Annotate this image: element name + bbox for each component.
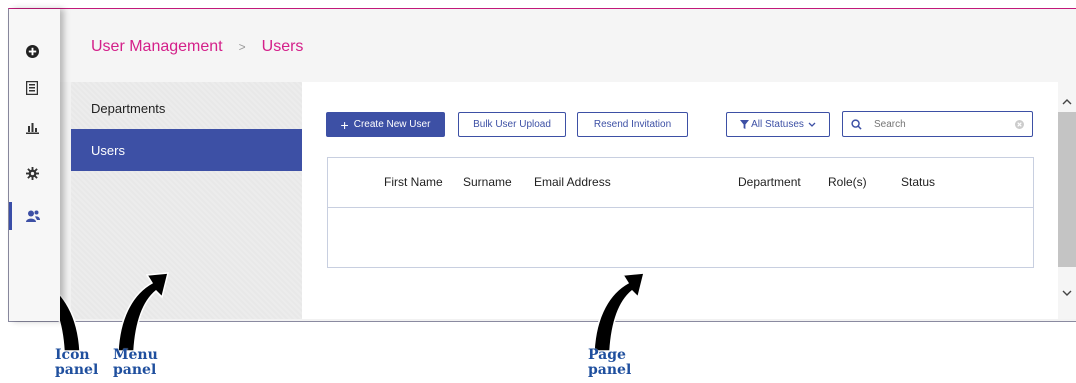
annotation-line: Menu	[113, 347, 158, 363]
scroll-down-icon[interactable]	[1062, 290, 1072, 297]
menu-item-label: Departments	[91, 100, 166, 116]
menu-panel-annotation: Menu panel	[113, 348, 158, 378]
annotation-line: Page	[588, 347, 626, 363]
annotation-line: panel	[55, 362, 99, 378]
bar-chart-icon	[26, 123, 39, 134]
search-icon	[851, 118, 862, 130]
menu-panel-arrow	[117, 272, 169, 352]
search-input[interactable]	[872, 117, 1005, 131]
settings-button[interactable]	[9, 159, 60, 187]
breadcrumb-current: Users	[261, 38, 304, 55]
menu-item-users[interactable]: Users	[71, 129, 302, 171]
users-nav-button[interactable]	[9, 202, 60, 230]
users-icon	[26, 210, 40, 222]
column-roles[interactable]: Role(s)	[828, 175, 867, 189]
report-icon	[26, 81, 38, 95]
clear-search-icon[interactable]	[1015, 119, 1024, 129]
add-button[interactable]	[9, 37, 60, 65]
create-user-label: Create New User	[353, 119, 431, 130]
reports-button[interactable]	[9, 74, 60, 102]
menu-item-departments[interactable]: Departments	[71, 87, 302, 129]
column-surname[interactable]: Surname	[463, 175, 512, 189]
resend-invitation-label: Resend Invitation	[593, 119, 672, 130]
chevron-down-icon	[808, 122, 816, 127]
page-panel: + Create New User Bulk User Upload Resen…	[302, 82, 1059, 319]
page-panel-annotation: Page panel	[588, 348, 631, 378]
annotation-line: panel	[588, 362, 632, 378]
column-status[interactable]: Status	[901, 175, 935, 189]
search-box	[842, 111, 1033, 137]
breadcrumb-separator: >	[238, 40, 246, 54]
column-email[interactable]: Email Address	[534, 175, 611, 189]
icon-panel-annotation: Icon panel	[55, 348, 98, 378]
annotation-line: Icon	[55, 347, 90, 363]
scroll-up-icon[interactable]	[1062, 98, 1072, 105]
filter-icon	[740, 120, 750, 129]
table-header: First Name Surname Email Address Departm…	[328, 158, 1033, 208]
menu-item-label: Users	[91, 142, 125, 158]
scrollbar[interactable]	[1058, 82, 1076, 319]
breadcrumb: User Management > Users	[91, 38, 303, 56]
plus-icon: +	[340, 116, 349, 133]
users-table: First Name Surname Email Address Departm…	[327, 157, 1034, 268]
column-first-name[interactable]: First Name	[384, 175, 443, 189]
plus-circle-icon	[26, 44, 39, 58]
page-header: User Management > Users	[60, 9, 1076, 82]
column-department[interactable]: Department	[738, 175, 801, 189]
analytics-button[interactable]	[9, 114, 60, 142]
annotation-line: panel	[113, 362, 157, 378]
status-filter-label: All Statuses	[751, 119, 804, 130]
status-filter-dropdown[interactable]: All Statuses	[726, 112, 830, 137]
resend-invitation-button[interactable]: Resend Invitation	[577, 112, 688, 137]
scroll-thumb[interactable]	[1058, 112, 1076, 267]
bulk-upload-label: Bulk User Upload	[473, 119, 551, 130]
bulk-upload-button[interactable]: Bulk User Upload	[458, 112, 566, 137]
page-panel-arrow	[593, 272, 645, 352]
breadcrumb-root[interactable]: User Management	[91, 38, 223, 56]
create-user-button[interactable]: + Create New User	[326, 112, 445, 137]
gear-icon	[26, 166, 39, 180]
icon-panel	[9, 9, 60, 321]
